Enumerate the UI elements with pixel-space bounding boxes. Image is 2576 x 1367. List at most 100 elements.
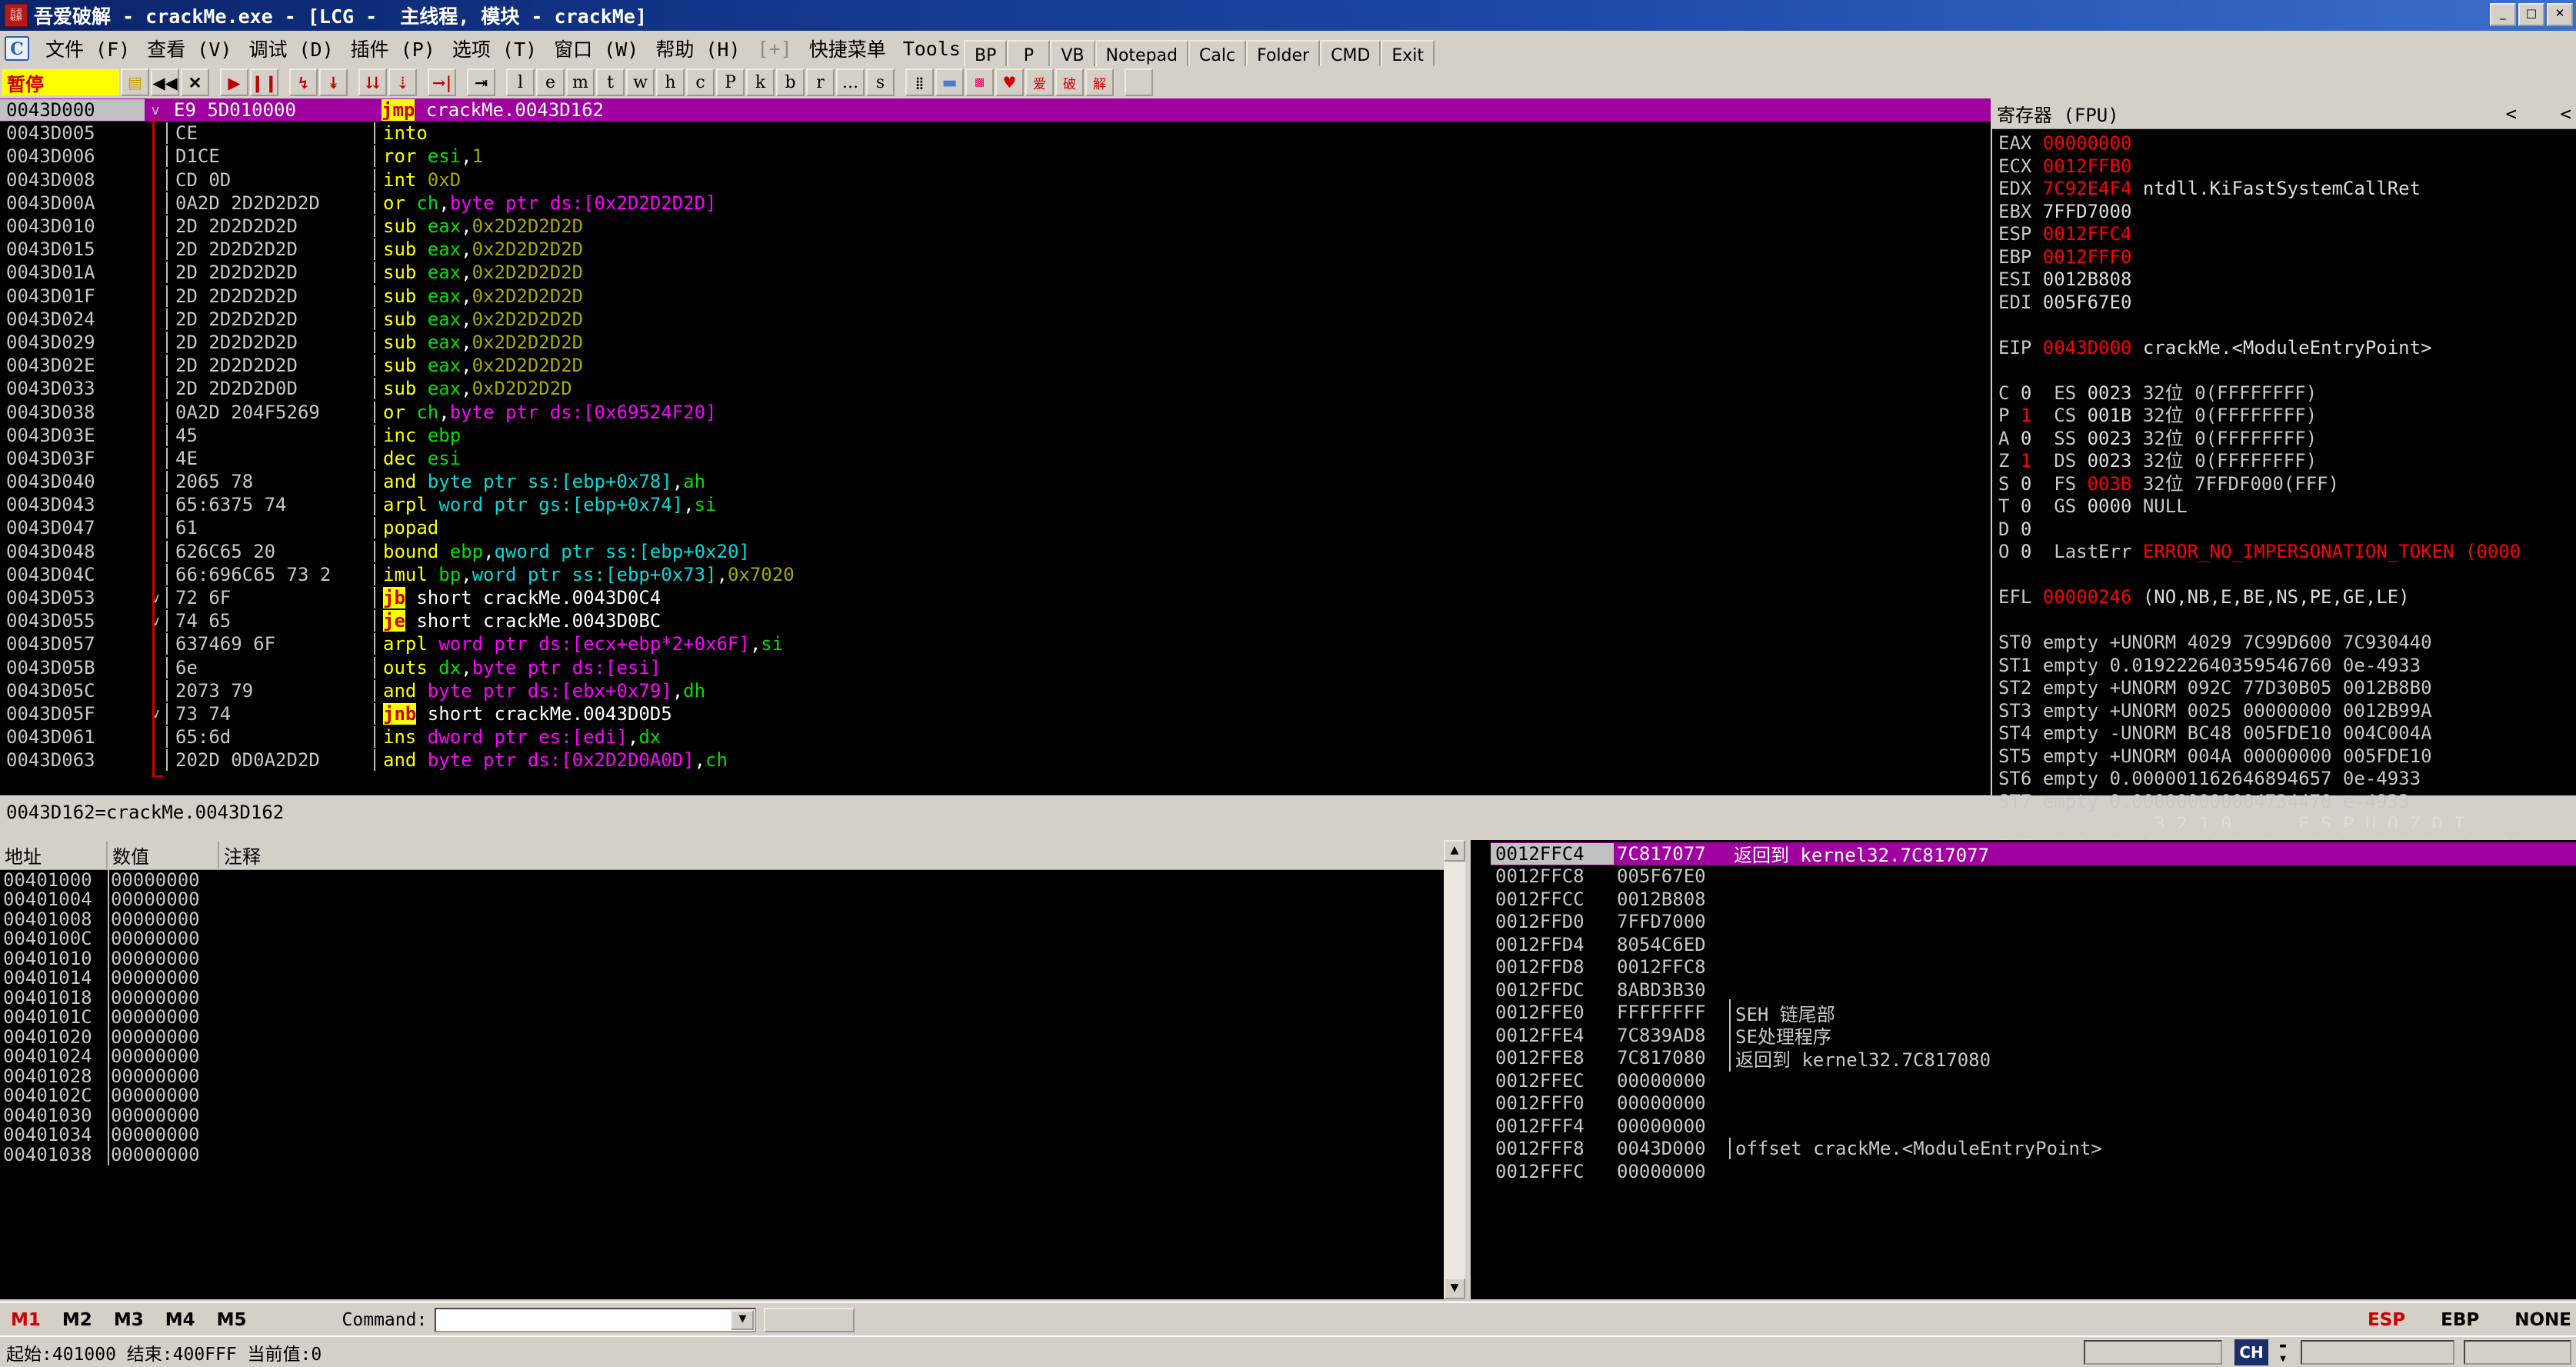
dump-row[interactable]: 00401014 00000000: [0, 967, 1465, 989]
menu-quick[interactable]: 快捷菜单: [801, 33, 895, 64]
marker-m4-button[interactable]: M4: [155, 1310, 206, 1330]
stack-row[interactable]: 0012FFF0 00000000: [1491, 1092, 2576, 1115]
log-window-icon[interactable]: l: [506, 68, 535, 96]
wu-icon[interactable]: 爱: [1025, 68, 1054, 96]
handles-icon[interactable]: h: [656, 68, 685, 96]
open-file-icon[interactable]: ▤: [121, 68, 149, 96]
memory-map-icon[interactable]: m: [566, 68, 595, 96]
fpu-st7[interactable]: ST7 empty 0.000000000004734470 e-4933: [1998, 791, 2576, 814]
disassembly-row[interactable]: 0043D010 2D 2D2D2D2D sub eax,0x2D2D2D2D: [0, 215, 1991, 238]
register-edi[interactable]: EDI 005F67E0: [1998, 292, 2576, 315]
mdi-child-icon[interactable]: C: [5, 36, 29, 61]
dump-pane[interactable]: 地址 数值 注释 00401000 00000000 00401004 0000000…: [0, 840, 1465, 1299]
source-icon[interactable]: s: [866, 68, 895, 96]
pause-icon[interactable]: ❙❙: [250, 68, 278, 96]
register-spacer[interactable]: [1998, 314, 2576, 337]
disassembly-row[interactable]: 0043D05F v 73 74 jnb short crackMe.0043D0D5: [0, 702, 1991, 725]
execute-till-return-icon[interactable]: →|: [428, 68, 456, 96]
executable-modules-icon[interactable]: e: [536, 68, 565, 96]
dump-row[interactable]: 00401010 00000000: [0, 947, 1465, 969]
breakpoints-icon[interactable]: b: [776, 68, 805, 96]
stack-row[interactable]: 0012FFC8 005F67E0: [1491, 865, 2576, 889]
fpu-st4[interactable]: ST4 empty -UNORM BC48 005FDE10 004C004A: [1998, 722, 2576, 745]
dump-row[interactable]: 00401020 00000000: [0, 1025, 1465, 1048]
flag-t[interactable]: T 0 GS 0000 NULL: [1998, 495, 2576, 518]
disassembly-row[interactable]: 0043D053 v 72 6F jb short crackMe.0043D0C4: [0, 586, 1991, 609]
stack-row[interactable]: 0012FFDC 8ABD3B30: [1491, 979, 2576, 1002]
stack-row[interactable]: 0012FFE4 7C839AD8 SE处理程序: [1491, 1022, 2576, 1049]
disassembly-row[interactable]: 0043D029 2D 2D2D2D2D sub eax,0x2D2D2D2D: [0, 331, 1991, 354]
close-button[interactable]: ✕: [2547, 3, 2573, 26]
fpu-st1[interactable]: ST1 empty 0.019222640359546760 0e-4933: [1998, 655, 2576, 678]
stack-row[interactable]: 0012FFD8 0012FFC8: [1491, 956, 2576, 979]
dump-row[interactable]: 00401008 00000000: [0, 908, 1465, 930]
flag-c[interactable]: C 0 ES 0023 32位 0(FFFFFFFF): [1998, 382, 2576, 405]
register-spacer-3[interactable]: [1998, 564, 2576, 587]
close-program-icon[interactable]: ✕: [181, 68, 209, 96]
flag-o[interactable]: O 0 LastErr ERROR_NO_IMPERSONATION_TOKEN…: [1998, 541, 2576, 564]
disassembly-row[interactable]: 0043D048 626C65 20 bound ebp,qword ptr ss:…: [0, 540, 1991, 563]
disassembly-row[interactable]: 0043D033 2D 2D2D2D0D sub eax,0xD2D2D2D: [0, 377, 1991, 400]
options-icon[interactable]: ⣿: [905, 68, 934, 96]
indicator-esp[interactable]: ESP: [2368, 1310, 2405, 1330]
step-over-icon[interactable]: ↡: [319, 68, 348, 96]
dump-col-address[interactable]: 地址: [0, 841, 108, 869]
status-spinner[interactable]: ▬ ▼: [2274, 1339, 2291, 1365]
threads-icon[interactable]: t: [596, 68, 625, 96]
disassembly-row[interactable]: 0043D038 0A2D 204F5269 or ch,byte ptr ds:[…: [0, 400, 1991, 423]
menu-window[interactable]: 窗口 (W): [545, 33, 647, 64]
color-palette-icon[interactable]: ▩: [965, 68, 994, 96]
dump-row[interactable]: 00401034 00000000: [0, 1124, 1465, 1146]
disassembly-row[interactable]: 0043D057 637469 6F arpl word ptr ds:[ecx+e…: [0, 632, 1991, 655]
flag-a[interactable]: A 0 SS 0023 32位 0(FFFFFFFF): [1998, 428, 2576, 451]
menu-file[interactable]: 文件 (F): [37, 33, 138, 64]
disassembly-row[interactable]: 0043D005 CE into: [0, 122, 1991, 145]
register-eax[interactable]: EAX 00000000: [1998, 132, 2576, 155]
dump-row[interactable]: 0040101C 00000000: [0, 1006, 1465, 1029]
menu-view[interactable]: 查看 (V): [138, 33, 240, 64]
call-stack-icon[interactable]: k: [746, 68, 775, 96]
dump-row[interactable]: 0040100C 00000000: [0, 928, 1465, 950]
fpu-st5[interactable]: ST5 empty +UNORM 004A 00000000 005FDE10: [1998, 745, 2576, 769]
stack-row[interactable]: 0012FFF8 0043D000 offset crackMe.<ModuleEn…: [1491, 1138, 2576, 1161]
menu-options[interactable]: 选项 (T): [444, 33, 545, 64]
heart-icon[interactable]: ♥: [995, 68, 1024, 96]
disassembly-row[interactable]: 0043D055 v 74 65 je short crackMe.0043D0BC: [0, 609, 1991, 632]
disassembly-row[interactable]: 0043D02E 2D 2D2D2D2D sub eax,0x2D2D2D2D: [0, 354, 1991, 377]
flag-z[interactable]: Z 1 DS 0023 32位 0(FFFFFFFF): [1998, 450, 2576, 473]
dump-row[interactable]: 00401000 00000000: [0, 869, 1465, 891]
jie-icon[interactable]: 解: [1085, 68, 1114, 96]
marker-m2-button[interactable]: M2: [52, 1310, 103, 1330]
disassembly-row[interactable]: 0043D01F 2D 2D2D2D2D sub eax,0x2D2D2D2D: [0, 285, 1991, 308]
disassembly-row[interactable]: 0043D043 65:6375 74 arpl word ptr gs:[ebp+…: [0, 493, 1991, 516]
indicator-ebp[interactable]: EBP: [2441, 1310, 2479, 1330]
run-trace-icon[interactable]: ...: [836, 68, 865, 96]
disassembly-row[interactable]: 0043D015 2D 2D2D2D2D sub eax,0x2D2D2D2D: [0, 238, 1991, 261]
restart-icon[interactable]: ◀◀: [151, 68, 179, 96]
fpu-st3[interactable]: ST3 empty +UNORM 0025 00000000 0012B99A: [1998, 700, 2576, 723]
cpu-window-icon[interactable]: c: [686, 68, 715, 96]
stack-row[interactable]: 0012FFCC 0012B808: [1491, 888, 2576, 911]
marker-m1-button[interactable]: M1: [0, 1310, 52, 1330]
ime-badge[interactable]: CH: [2234, 1339, 2268, 1365]
disassembly-row[interactable]: 0043D047 61 popad: [0, 516, 1991, 539]
search-bar-icon[interactable]: ▬: [935, 68, 964, 96]
fpu-st0[interactable]: ST0 empty +UNORM 4029 7C99D600 7C930440: [1998, 632, 2576, 655]
disassembly-row[interactable]: 0043D063 202D 0D0A2D2D and byte ptr ds:[0x…: [0, 749, 1991, 772]
dump-row[interactable]: 00401024 00000000: [0, 1045, 1465, 1068]
register-esp[interactable]: ESP 0012FFC4: [1998, 223, 2576, 246]
dump-scroll-track[interactable]: [1444, 862, 1465, 1278]
marker-m5-button[interactable]: M5: [206, 1310, 258, 1330]
registers-pane[interactable]: 寄存器 (FPU) < < EAX 00000000 ECX 0012FFB0 ED…: [1992, 98, 2576, 880]
maximize-button[interactable]: □: [2518, 3, 2544, 26]
disassembly-row[interactable]: 0043D05C 2073 79 and byte ptr ds:[ebx+0x79…: [0, 679, 1991, 702]
disassembly-row[interactable]: 0043D040 2065 78 and byte ptr ss:[ebp+0x78…: [0, 470, 1991, 493]
flag-d[interactable]: D 0: [1998, 518, 2576, 542]
dump-row[interactable]: 00401038 00000000: [0, 1143, 1465, 1165]
dump-row[interactable]: 00401018 00000000: [0, 986, 1465, 1009]
minimize-button[interactable]: _: [2490, 3, 2516, 26]
stack-row[interactable]: 0012FFE0 FFFFFFFF SEH 链尾部: [1491, 999, 2576, 1026]
dump-scroll-down-arrow[interactable]: ▼: [1444, 1278, 1465, 1299]
register-spacer-4[interactable]: [1998, 609, 2576, 632]
register-ebx[interactable]: EBX 7FFD7000: [1998, 201, 2576, 224]
